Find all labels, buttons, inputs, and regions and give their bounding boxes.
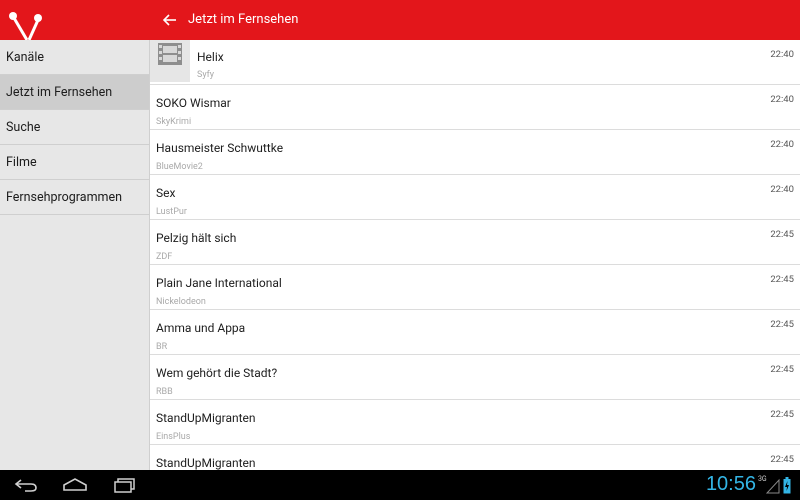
program-time: 22:40: [770, 49, 794, 60]
program-time: 22:45: [770, 319, 794, 330]
list-item[interactable]: Hausmeister Schwuttke BlueMovie2 22:40: [150, 130, 800, 175]
program-list[interactable]: Helix Syfy 22:40 SOKO Wismar SkyKrimi 22…: [150, 40, 800, 470]
list-item[interactable]: Wem gehört die Stadt? RBB 22:45: [150, 355, 800, 400]
program-channel: ZDF: [156, 252, 173, 262]
program-time: 22:45: [770, 274, 794, 285]
program-title: Plain Jane International: [156, 276, 282, 290]
list-item[interactable]: Helix Syfy 22:40: [150, 40, 800, 85]
action-bar: Jetzt im Fernsehen: [0, 0, 800, 41]
clock: 10:56: [705, 473, 756, 495]
program-title: Amma und Appa: [156, 321, 246, 335]
program-channel: BlueMovie2: [156, 162, 203, 172]
program-channel: EinsPlus: [156, 432, 191, 442]
program-time: 22:45: [770, 364, 794, 375]
system-bar: 10:56 3G: [0, 470, 800, 500]
back-icon[interactable]: [6, 470, 46, 500]
list-item[interactable]: Amma und Appa BR 22:45: [150, 310, 800, 355]
program-channel: BR: [156, 342, 168, 352]
program-title: StandUpMigranten: [156, 456, 256, 470]
program-channel: LustPur: [156, 207, 187, 217]
back-arrow-icon[interactable]: [150, 0, 190, 40]
list-item[interactable]: Sex LustPur 22:40: [150, 175, 800, 220]
recent-apps-icon[interactable]: [105, 470, 145, 500]
drawer-item-jetzt-im-fernsehen[interactable]: Jetzt im Fernsehen: [0, 75, 149, 110]
program-time: 22:40: [770, 94, 794, 105]
list-item[interactable]: StandUpMigranten EinsPlus 22:45: [150, 400, 800, 445]
program-title: Helix: [197, 50, 224, 64]
program-title: Hausmeister Schwuttke: [156, 141, 284, 155]
program-title: StandUpMigranten: [156, 411, 256, 425]
program-time: 22:40: [770, 184, 794, 195]
program-channel: Syfy: [197, 70, 215, 80]
program-time: 22:45: [770, 454, 794, 465]
program-time: 22:45: [770, 409, 794, 420]
home-icon[interactable]: [55, 470, 95, 500]
program-time: 22:45: [770, 229, 794, 240]
list-item[interactable]: Plain Jane International Nickelodeon 22:…: [150, 265, 800, 310]
program-channel: RBB: [156, 387, 173, 397]
program-channel: Nickelodeon: [156, 297, 206, 307]
drawer-item-kanaele[interactable]: Kanäle: [0, 40, 149, 75]
signal-icon: [766, 478, 780, 494]
program-title: Pelzig hält sich: [156, 231, 237, 245]
list-item[interactable]: Pelzig hält sich ZDF 22:45: [150, 220, 800, 265]
program-title: Sex: [156, 186, 176, 200]
drawer-item-fernsehprogrammen[interactable]: Fernsehprogrammen: [0, 180, 149, 215]
page-title: Jetzt im Fernsehen: [188, 12, 299, 27]
drawer-item-suche[interactable]: Suche: [0, 110, 149, 145]
nav-drawer: Kanäle Jetzt im Fernsehen Suche Filme Fe…: [0, 40, 150, 470]
program-time: 22:40: [770, 139, 794, 150]
program-channel: SkyKrimi: [156, 117, 192, 127]
app-logo-icon[interactable]: [0, 0, 56, 41]
program-title: Wem gehört die Stadt?: [156, 366, 278, 380]
film-icon: [150, 40, 190, 82]
program-title: SOKO Wismar: [156, 96, 231, 110]
list-item[interactable]: StandUpMigranten 22:45: [150, 445, 800, 470]
list-item[interactable]: SOKO Wismar SkyKrimi 22:40: [150, 85, 800, 130]
status-icons: 3G: [758, 470, 794, 500]
battery-icon: [783, 477, 791, 494]
drawer-item-filme[interactable]: Filme: [0, 145, 149, 180]
